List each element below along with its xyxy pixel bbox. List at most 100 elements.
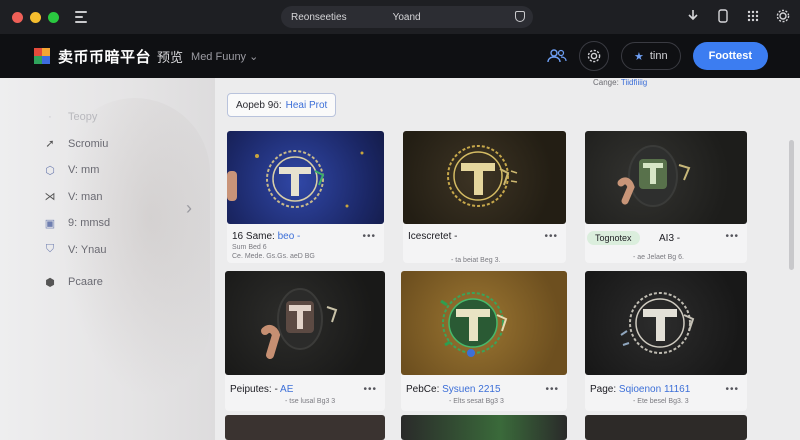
- tt-emblem-image: [261, 288, 338, 359]
- cube-icon: ⬢: [45, 276, 55, 289]
- card-thumbnail[interactable]: [401, 271, 567, 375]
- sidebar-item-v-man[interactable]: ⋊ V: man: [44, 184, 110, 211]
- sidebar-item-teopy[interactable]: · Teopy: [44, 104, 110, 131]
- sidebar-item-label: 9: mmsd: [68, 217, 111, 230]
- menu-icon[interactable]: [75, 11, 89, 23]
- image-card[interactable]: 16 Same: beo - ••• Sum Bed 6 Ce. Mede. G…: [227, 131, 384, 263]
- primary-action-button[interactable]: Foottest: [692, 42, 768, 70]
- more-options-icon[interactable]: •••: [544, 231, 558, 242]
- card-thumbnail-partial[interactable]: [401, 415, 567, 440]
- tt-emblem-image: [227, 150, 364, 208]
- address-left-text: Reonseeties: [291, 11, 347, 23]
- address-bar[interactable]: Reonseeties Yoand: [281, 6, 533, 28]
- card-meta-line-1: Sum Bed 6: [232, 244, 267, 251]
- tt-emblem-image: [440, 292, 508, 357]
- card-title: 16 Same: beo -: [232, 231, 300, 242]
- more-options-icon[interactable]: •••: [725, 384, 739, 395]
- card-title-highlight: beo -: [277, 231, 301, 242]
- card-meta-line-1: - ta beiat Beg 3.: [451, 257, 501, 264]
- card-icon: ▣: [44, 217, 56, 230]
- card-title-highlight: Sysuen 2215: [442, 384, 501, 395]
- brand-title: 卖币币暗平台: [58, 48, 152, 66]
- sidebar-item-label: Scromiu: [68, 137, 109, 150]
- minimize-window-button[interactable]: [30, 11, 41, 23]
- sidebar-item-mmsd[interactable]: ▣ 9: mmsd: [44, 210, 110, 237]
- image-card[interactable]: Page: Sqioenon 11161 ••• - Ete besel Bg3…: [585, 271, 747, 411]
- top-peek-label: Cange:: [593, 78, 619, 87]
- settings-icon[interactable]: [776, 9, 790, 23]
- favorite-label: tinn: [649, 50, 668, 62]
- card-title: Peiputes: - AE: [230, 384, 293, 395]
- more-options-icon[interactable]: •••: [363, 384, 377, 395]
- shield-icon: ⛉: [45, 243, 55, 256]
- top-peek-text: Cange: Tiidfiiiig: [593, 78, 647, 87]
- sidebar-item-v-ynau[interactable]: ⛉ V: Ynau: [44, 237, 110, 264]
- people-icon[interactable]: [547, 49, 567, 63]
- more-options-icon[interactable]: •••: [545, 384, 559, 395]
- card-title-text: Peiputes: -: [230, 384, 278, 395]
- card-title-text: 16 Same:: [232, 231, 275, 242]
- filter-chip[interactable]: Aopeb 9ö: Heai Prot: [227, 93, 337, 117]
- tt-emblem-image: [617, 145, 691, 207]
- card-title: PebCe: Sysuen 2215: [406, 384, 501, 395]
- sidebar-item-scromiu[interactable]: ➚ Scromiu: [44, 131, 110, 158]
- phone-icon[interactable]: [716, 9, 730, 23]
- sidebar-item-label: V: man: [68, 190, 103, 203]
- card-meta-line-1: - tse lusal Bg3 3: [285, 398, 336, 405]
- sidebar-item-label: V: Ynau: [68, 243, 107, 256]
- image-card[interactable]: Tognotex AI3 - ••• - ae Jelaet Bg 6.: [585, 131, 747, 263]
- badge-icon: ⬡: [45, 164, 55, 177]
- card-thumbnail[interactable]: [585, 131, 747, 224]
- sidebar-item-v-mm[interactable]: ⬡ V: mm: [44, 157, 110, 184]
- card-title-highlight: AE: [280, 384, 294, 395]
- card-thumbnail[interactable]: [227, 131, 384, 224]
- sidebar-item-label: Pcaare: [68, 276, 103, 289]
- card-thumbnail[interactable]: [403, 131, 566, 224]
- card-title-highlight: AI3 -: [659, 233, 681, 244]
- app-logo-icon: [34, 48, 50, 64]
- zoom-window-button[interactable]: [48, 11, 59, 23]
- dot-icon: ·: [48, 111, 52, 124]
- card-meta-line-1: - Ete besel Bg3. 3: [633, 398, 689, 405]
- card-title-text: Icescretet -: [408, 231, 458, 242]
- arrow-icon: ➚: [45, 138, 55, 151]
- star-icon: ★: [633, 50, 644, 63]
- top-peek-link[interactable]: Tiidfiiiig: [621, 78, 647, 87]
- tt-emblem-image: [620, 292, 695, 354]
- window-controls: [12, 11, 59, 23]
- app-header: 卖币币暗平台 预览 Med Fuuny ⌄ ★ tinn Foottest: [0, 34, 800, 78]
- image-card[interactable]: Peiputes: - AE ••• - tse lusal Bg3 3: [225, 271, 385, 411]
- window-title-bar: Reonseeties Yoand: [0, 0, 800, 34]
- header-settings-button[interactable]: [578, 41, 609, 71]
- card-title-highlight: Sqioenon 11161: [618, 384, 691, 395]
- card-title: Page: Sqioenon 11161: [590, 384, 690, 395]
- grid-icon[interactable]: [746, 9, 760, 23]
- chevron-right-icon[interactable]: ›: [186, 198, 192, 219]
- brackets-icon: ⋊: [44, 191, 56, 204]
- tt-emblem-image: [447, 145, 518, 207]
- card-thumbnail-partial[interactable]: [585, 415, 747, 440]
- more-options-icon[interactable]: •••: [362, 231, 376, 242]
- address-right-text: Yoand: [392, 11, 421, 23]
- chevron-down-icon: ⌄: [249, 50, 259, 63]
- card-meta-line-1: - Elts sesat Bg3 3: [449, 398, 504, 405]
- download-icon[interactable]: [686, 9, 700, 23]
- card-title: AI3 -: [659, 233, 680, 244]
- shield-icon[interactable]: [515, 11, 525, 22]
- user-menu[interactable]: Med Fuuny ⌄: [191, 50, 258, 63]
- image-card[interactable]: PebCe: Sysuen 2215 ••• - Elts sesat Bg3 …: [401, 271, 567, 411]
- sidebar-item-pcaare[interactable]: ⬢ Pcaare: [44, 269, 110, 296]
- more-options-icon[interactable]: •••: [725, 231, 739, 242]
- image-card[interactable]: Icescretet - ••• - ta beiat Beg 3.: [403, 131, 566, 264]
- card-thumbnail[interactable]: [585, 271, 747, 375]
- sidebar-item-label: V: mm: [68, 164, 100, 177]
- card-thumbnail-partial[interactable]: [225, 415, 385, 440]
- card-title-text: Page:: [590, 384, 617, 395]
- card-meta-line-2: Ce. Mede. Gs.Gs. aeD BG: [232, 253, 315, 260]
- gear-icon: [587, 49, 601, 63]
- vertical-scrollbar[interactable]: [789, 140, 794, 270]
- card-title-text: PebCe:: [406, 384, 440, 395]
- close-window-button[interactable]: [12, 11, 23, 23]
- favorite-button[interactable]: ★ tinn: [620, 42, 681, 70]
- card-thumbnail[interactable]: [225, 271, 385, 375]
